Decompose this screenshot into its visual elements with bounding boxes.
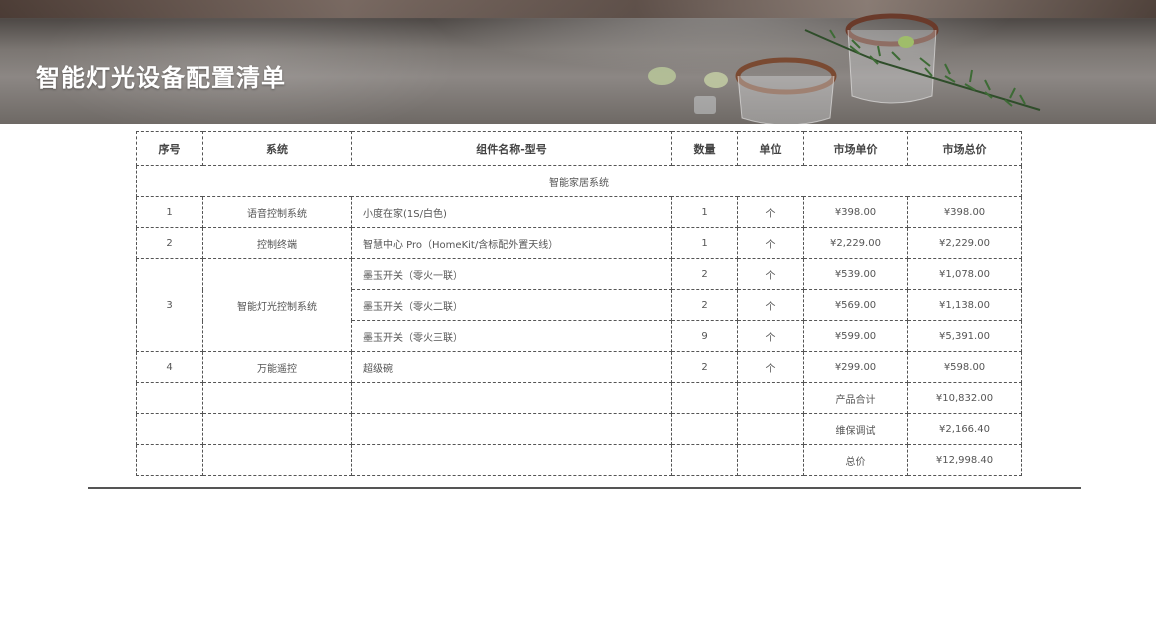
cell-unit-price: ¥539.00 [803,258,908,290]
summary-row: 总价 ¥12,998.40 [136,444,1022,476]
cell-index: 3 [136,258,203,352]
cell-component: 墨玉开关（零火一联） [351,258,672,290]
cell-unit: 个 [737,320,804,352]
col-header-unit-price: 市场单价 [803,131,908,166]
page-title: 智能灯光设备配置清单 [36,64,286,92]
cell-unit-price: ¥599.00 [803,320,908,352]
cell-quantity: 2 [671,289,738,321]
cell-unit: 个 [737,227,804,259]
cell-index: 4 [136,351,203,383]
summary-label: 维保调试 [803,413,908,445]
cell-unit-price: ¥299.00 [803,351,908,383]
table-row: 1 语音控制系统 小度在家(1S/白色) 1 个 ¥398.00 ¥398.00 [136,196,1022,228]
cell-index: 1 [136,196,203,228]
cell-component: 墨玉开关（零火二联） [351,289,672,321]
cell-total-price: ¥5,391.00 [907,320,1022,352]
header-banner: 智能灯光设备配置清单 [0,0,1156,124]
cell-total-price: ¥2,229.00 [907,227,1022,259]
cell-quantity: 2 [671,351,738,383]
cell-unit: 个 [737,351,804,383]
cell-component: 智慧中心 Pro（HomeKit/含标配外置天线） [351,227,672,259]
config-table: 序号 系统 组件名称-型号 数量 单位 市场单价 市场总价 智能家居系统 1 语… [136,131,1022,476]
section-row: 智能家居系统 [136,165,1022,197]
cell-unit-price: ¥569.00 [803,289,908,321]
col-header-system: 系统 [202,131,352,166]
cell-quantity: 1 [671,196,738,228]
cell-system: 智能灯光控制系统 [202,258,352,352]
cell-total-price: ¥398.00 [907,196,1022,228]
table-row: 3 智能灯光控制系统 墨玉开关（零火一联） 2 个 ¥539.00 ¥1,078… [136,258,1022,352]
cell-unit: 个 [737,196,804,228]
summary-row: 产品合计 ¥10,832.00 [136,382,1022,414]
bottom-divider [88,487,1081,489]
section-title: 智能家居系统 [136,165,1022,197]
summary-value: ¥12,998.40 [907,444,1022,476]
cell-total-price: ¥598.00 [907,351,1022,383]
cell-system: 语音控制系统 [202,196,352,228]
cell-unit: 个 [737,258,804,290]
col-header-unit: 单位 [737,131,804,166]
summary-row: 维保调试 ¥2,166.40 [136,413,1022,445]
cell-quantity: 9 [671,320,738,352]
col-header-component: 组件名称-型号 [351,131,672,166]
cell-quantity: 2 [671,258,738,290]
col-header-total-price: 市场总价 [907,131,1022,166]
cell-component: 超级碗 [351,351,672,383]
summary-label: 产品合计 [803,382,908,414]
col-header-index: 序号 [136,131,203,166]
cell-unit-price: ¥2,229.00 [803,227,908,259]
table-row: 4 万能遥控 超级碗 2 个 ¥299.00 ¥598.00 [136,351,1022,383]
cell-system: 控制终端 [202,227,352,259]
summary-value: ¥2,166.40 [907,413,1022,445]
table-row: 2 控制终端 智慧中心 Pro（HomeKit/含标配外置天线） 1 个 ¥2,… [136,227,1022,259]
cell-unit: 个 [737,289,804,321]
cell-quantity: 1 [671,227,738,259]
summary-value: ¥10,832.00 [907,382,1022,414]
summary-label: 总价 [803,444,908,476]
cell-component: 墨玉开关（零火三联） [351,320,672,352]
col-header-quantity: 数量 [671,131,738,166]
cell-system: 万能遥控 [202,351,352,383]
cell-unit-price: ¥398.00 [803,196,908,228]
cell-total-price: ¥1,138.00 [907,289,1022,321]
cell-total-price: ¥1,078.00 [907,258,1022,290]
cell-index: 2 [136,227,203,259]
cell-component: 小度在家(1S/白色) [351,196,672,228]
table-header-row: 序号 系统 组件名称-型号 数量 单位 市场单价 市场总价 [136,131,1022,166]
